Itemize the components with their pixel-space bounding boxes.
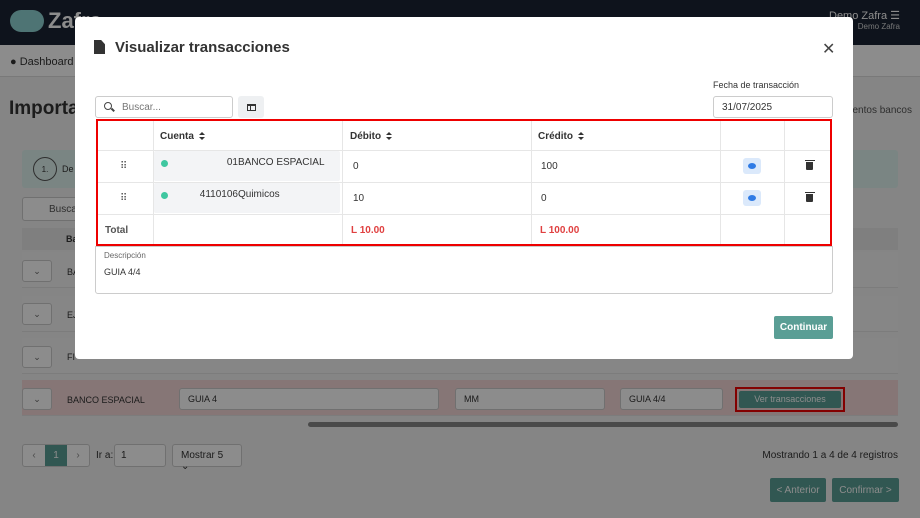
header-debito[interactable]: Débito bbox=[350, 121, 393, 151]
trash-icon bbox=[804, 191, 815, 202]
drag-handle-icon[interactable]: ⠿ bbox=[120, 151, 127, 181]
header-credito-label: Crédito bbox=[538, 130, 573, 142]
comment-button[interactable] bbox=[743, 151, 761, 181]
close-icon[interactable]: ✕ bbox=[822, 39, 835, 59]
debito-value[interactable]: 10 bbox=[353, 183, 364, 213]
delete-button[interactable] bbox=[804, 151, 815, 181]
account-code: 4110106 bbox=[199, 189, 238, 200]
search-input[interactable]: Buscar... bbox=[95, 96, 233, 118]
total-debito: L 10.00 bbox=[351, 224, 385, 236]
status-dot-icon bbox=[161, 192, 168, 199]
total-label: Total bbox=[105, 224, 129, 236]
columns-icon bbox=[246, 103, 256, 111]
table-row: ⠿ 4110106 Quimicos 10 0 bbox=[98, 183, 830, 215]
comment-icon bbox=[743, 158, 761, 174]
header-debito-label: Débito bbox=[350, 130, 382, 142]
credito-value[interactable]: 100 bbox=[541, 151, 558, 181]
table-row: ⠿ 01 BANCO ESPACIAL 0 100 bbox=[98, 151, 830, 183]
comment-icon bbox=[743, 190, 761, 206]
comment-button[interactable] bbox=[743, 183, 761, 213]
total-credito: L 100.00 bbox=[540, 224, 580, 236]
fecha-input[interactable]: 31/07/2025 bbox=[713, 96, 833, 118]
modal-title: Visualizar transacciones bbox=[115, 39, 290, 56]
account-selector[interactable]: 4110106 Quimicos bbox=[154, 183, 340, 213]
continuar-button[interactable]: Continuar bbox=[774, 316, 833, 339]
total-row: Total L 10.00 L 100.00 bbox=[98, 215, 830, 245]
document-icon bbox=[94, 40, 105, 54]
description-value: GUIA 4/4 bbox=[104, 267, 141, 277]
header-cuenta[interactable]: Cuenta bbox=[160, 121, 205, 151]
table-header: Cuenta Débito Crédito bbox=[98, 121, 830, 151]
header-cuenta-label: Cuenta bbox=[160, 130, 194, 142]
description-textarea[interactable]: Descripción GUIA 4/4 bbox=[95, 246, 833, 294]
status-dot-icon bbox=[161, 160, 168, 167]
account-name: BANCO ESPACIAL bbox=[238, 157, 325, 168]
fecha-label: Fecha de transacción bbox=[713, 80, 800, 90]
credito-value[interactable]: 0 bbox=[541, 183, 547, 213]
description-label: Descripción bbox=[104, 251, 146, 260]
transactions-table: Cuenta Débito Crédito ⠿ 01 BANCO ESPACIA… bbox=[96, 119, 832, 246]
account-selector[interactable]: 01 BANCO ESPACIAL bbox=[154, 151, 340, 181]
account-name: Quimicos bbox=[238, 189, 280, 200]
search-icon bbox=[104, 102, 112, 110]
transactions-modal: Visualizar transacciones ✕ Fecha de tran… bbox=[75, 17, 853, 359]
columns-button[interactable] bbox=[238, 96, 264, 118]
drag-handle-icon[interactable]: ⠿ bbox=[120, 183, 127, 213]
trash-icon bbox=[804, 159, 815, 170]
sort-icon[interactable] bbox=[386, 131, 393, 141]
header-credito[interactable]: Crédito bbox=[538, 121, 584, 151]
delete-button[interactable] bbox=[804, 183, 815, 213]
sort-icon[interactable] bbox=[578, 131, 584, 141]
sort-icon[interactable] bbox=[198, 131, 205, 141]
debito-value[interactable]: 0 bbox=[353, 151, 359, 181]
account-code: 01 bbox=[226, 157, 238, 168]
